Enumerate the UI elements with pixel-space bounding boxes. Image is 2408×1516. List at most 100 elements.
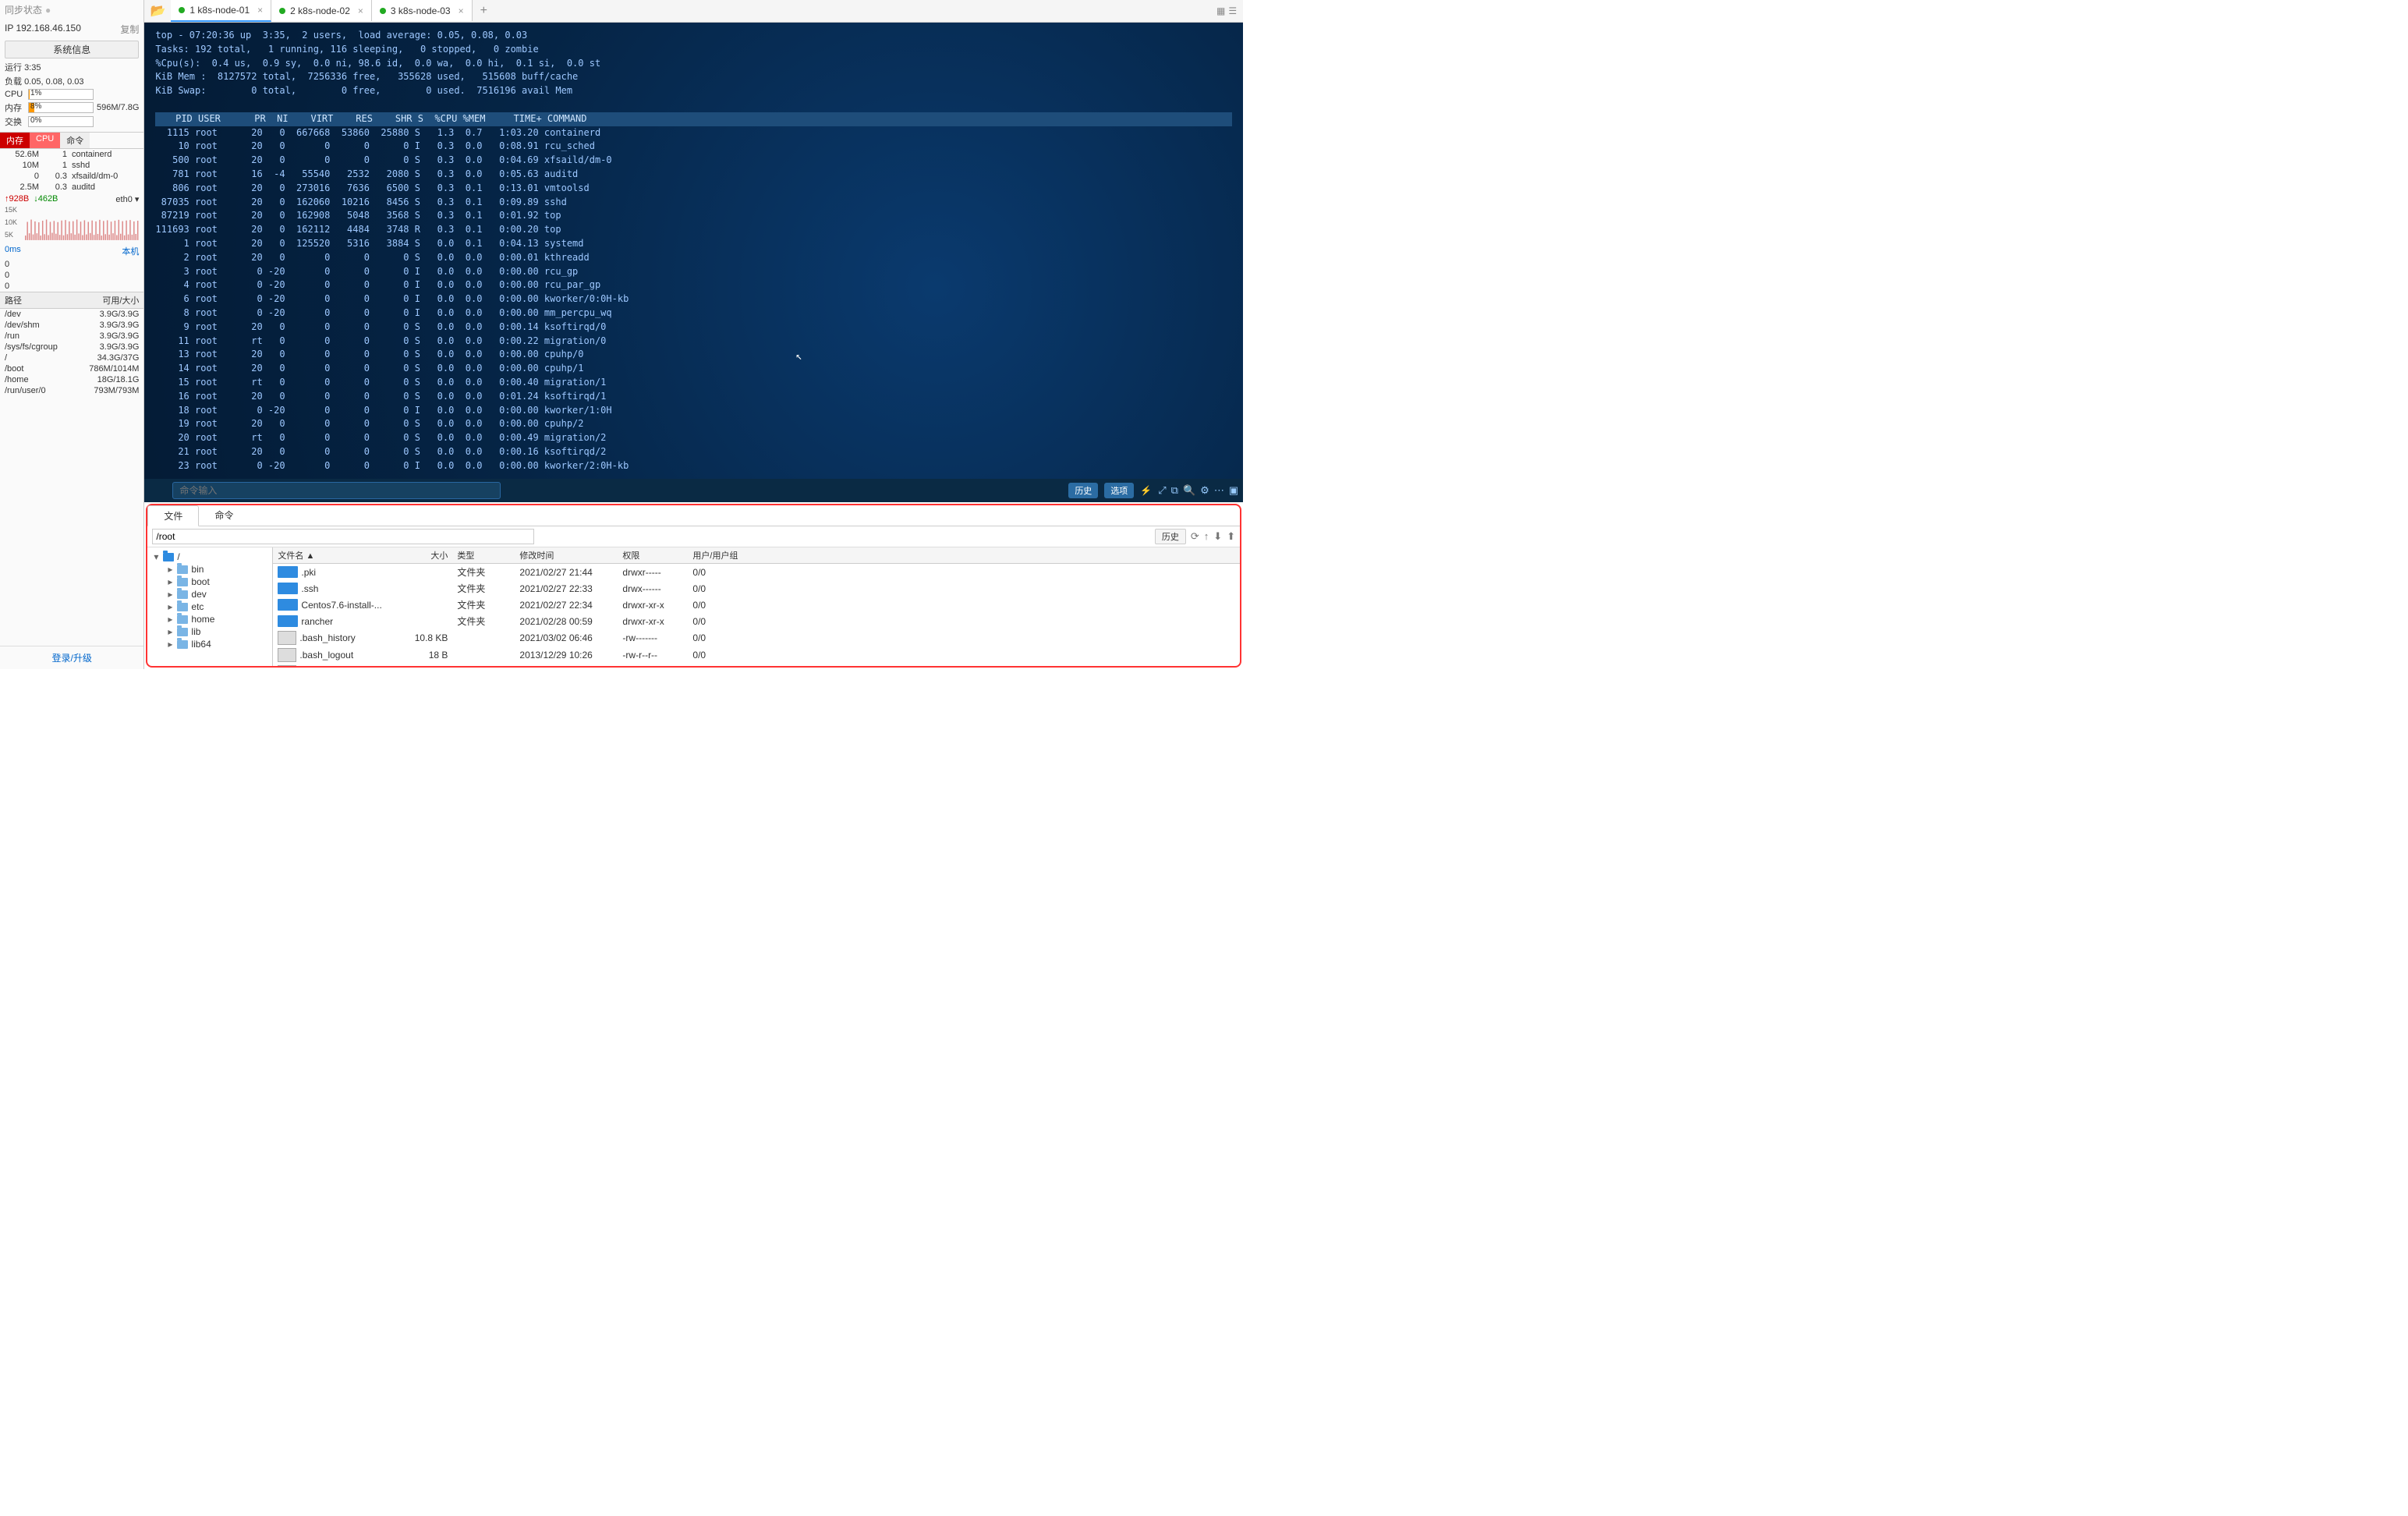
process-row[interactable]: 10M1sshd — [0, 160, 143, 171]
net-down: ↓462B — [34, 194, 58, 204]
fs-row[interactable]: /boot786M/1014M — [0, 363, 143, 374]
file-row[interactable]: .ssh文件夹2021/02/27 22:33drwx------0/0 — [273, 580, 1240, 597]
tree-item[interactable]: ▸bin — [150, 563, 269, 576]
search-icon[interactable]: 🔍 — [1183, 484, 1195, 497]
up-icon[interactable]: ↑ — [1204, 530, 1209, 543]
cpu-bar: CPU 1% — [0, 88, 143, 101]
fullscreen-icon[interactable]: ▣ — [1229, 484, 1238, 497]
folder-icon — [278, 599, 298, 611]
terminal[interactable]: top - 07:20:36 up 3:35, 2 users, load av… — [144, 23, 1243, 479]
session-tab[interactable]: 1 k8s-node-01× — [171, 0, 271, 22]
file-icon — [278, 648, 296, 662]
close-icon[interactable]: × — [358, 5, 363, 16]
folder-icon — [163, 553, 174, 561]
status-dot-icon — [179, 7, 185, 13]
more-icon[interactable]: ⋯ — [1214, 484, 1224, 497]
process-row[interactable]: 2.5M0.3auditd — [0, 182, 143, 193]
command-input[interactable] — [172, 482, 501, 499]
folder-icon — [177, 615, 188, 624]
tab-mem[interactable]: 内存 — [0, 133, 30, 148]
fs-row[interactable]: /dev3.9G/3.9G — [0, 309, 143, 320]
upload-icon[interactable]: ⬆ — [1227, 530, 1235, 543]
copy-icon[interactable]: ⧉ — [1171, 484, 1178, 497]
fs-row[interactable]: /home18G/18.1G — [0, 374, 143, 385]
download-icon[interactable]: ⬇ — [1213, 530, 1222, 543]
history-button[interactable]: 历史 — [1068, 483, 1098, 498]
col-owner[interactable]: 用户/用户组 — [688, 547, 752, 563]
path-history-button[interactable]: 历史 — [1155, 529, 1186, 544]
file-row[interactable]: .pki文件夹2021/02/27 21:44drwxr-----0/0 — [273, 564, 1240, 580]
latency-row: 0ms 本机 — [0, 243, 143, 259]
session-tab[interactable]: 2 k8s-node-02× — [271, 0, 372, 21]
tree-item[interactable]: ▸lib — [150, 625, 269, 638]
status-dot-icon — [279, 8, 285, 14]
fs-row[interactable]: /run/user/0793M/793M — [0, 385, 143, 396]
status-dot-icon — [380, 8, 386, 14]
folder-icon[interactable]: 📂 — [144, 3, 171, 19]
options-button[interactable]: 选项 — [1104, 483, 1134, 498]
sidebar: 同步状态 ● IP 192.168.46.150 复制 系统信息 运行 3:35… — [0, 0, 144, 669]
list-view-icon[interactable]: ☰ — [1228, 5, 1237, 16]
tab-cmd[interactable]: 命令 — [60, 133, 90, 148]
tree-item[interactable]: ▸boot — [150, 576, 269, 588]
folder-icon — [177, 565, 188, 574]
close-icon[interactable]: × — [257, 5, 263, 16]
net-up: ↑928B — [5, 194, 29, 204]
process-row[interactable]: 52.6M1containerd — [0, 149, 143, 160]
fs-row[interactable]: /run3.9G/3.9G — [0, 331, 143, 342]
tab-commands[interactable]: 命令 — [199, 505, 249, 526]
swap-bar: 交换 0% — [0, 115, 143, 129]
sysinfo-button[interactable]: 系统信息 — [5, 41, 139, 58]
file-row[interactable]: .bash_profile244 B2021/02/27 23:26-rw-r-… — [273, 664, 1240, 666]
folder-icon — [278, 615, 298, 627]
path-input[interactable] — [152, 529, 534, 544]
refresh-icon[interactable]: ⟳ — [1191, 530, 1199, 543]
file-row[interactable]: Centos7.6-install-...文件夹2021/02/27 22:34… — [273, 597, 1240, 613]
tab-files[interactable]: 文件 — [147, 505, 199, 526]
col-mtime[interactable]: 修改时间 — [515, 547, 618, 563]
close-icon[interactable]: × — [459, 5, 464, 16]
ip-row: IP 192.168.46.150 复制 — [0, 19, 143, 39]
folder-icon — [177, 578, 188, 586]
add-tab-button[interactable]: + — [473, 1, 495, 22]
tree-root[interactable]: ▾/ — [150, 551, 269, 563]
col-name[interactable]: 文件名 ▲ — [273, 547, 393, 563]
dir-tree: ▾/ ▸bin▸boot▸dev▸etc▸home▸lib▸lib64 — [147, 547, 273, 666]
tab-bar: 📂 1 k8s-node-01×2 k8s-node-02×3 k8s-node… — [144, 0, 1243, 23]
grid-view-icon[interactable]: ▦ — [1216, 5, 1225, 16]
tree-item[interactable]: ▸etc — [150, 600, 269, 613]
folder-icon — [177, 590, 188, 599]
gear-icon[interactable]: ⚙ — [1200, 484, 1209, 497]
col-size[interactable]: 大小 — [393, 547, 452, 563]
lower-panel: 文件 命令 历史 ⟳ ↑ ⬇ ⬆ ▾/ ▸bin▸boot▸dev▸etc▸ho… — [146, 504, 1241, 668]
file-list: 文件名 ▲ 大小 类型 修改时间 权限 用户/用户组 .pki文件夹2021/0… — [273, 547, 1240, 666]
load-row: 负载 0.05, 0.08, 0.03 — [0, 74, 143, 88]
tree-item[interactable]: ▸dev — [150, 588, 269, 600]
folder-icon — [177, 640, 188, 649]
process-row[interactable]: 00.3xfsaild/dm-0 — [0, 171, 143, 182]
folder-icon — [278, 566, 298, 578]
copy-button[interactable]: 复制 — [120, 23, 139, 36]
session-tab[interactable]: 3 k8s-node-03× — [372, 0, 473, 21]
fs-row[interactable]: /dev/shm3.9G/3.9G — [0, 320, 143, 331]
fs-row[interactable]: /34.3G/37G — [0, 352, 143, 363]
tree-item[interactable]: ▸home — [150, 613, 269, 625]
file-row[interactable]: .bash_history10.8 KB2021/03/02 06:46-rw-… — [273, 629, 1240, 646]
net-chart: 15K 10K 5K — [5, 206, 139, 243]
host-select[interactable]: 本机 — [122, 245, 139, 257]
ip-address: IP 192.168.46.150 — [5, 23, 81, 36]
login-upgrade-link[interactable]: 登录/升级 — [0, 646, 143, 669]
fs-row[interactable]: /sys/fs/cgroup3.9G/3.9G — [0, 342, 143, 352]
tab-cpu[interactable]: CPU — [30, 133, 60, 148]
bolt-icon[interactable]: ⚡ — [1140, 485, 1152, 496]
file-row[interactable]: rancher文件夹2021/02/28 00:59drwxr-xr-x0/0 — [273, 613, 1240, 629]
file-row[interactable]: .bash_logout18 B2013/12/29 10:26-rw-r--r… — [273, 646, 1240, 664]
col-type[interactable]: 类型 — [452, 547, 515, 563]
uptime-row: 运行 3:35 — [0, 60, 143, 74]
col-perm[interactable]: 权限 — [618, 547, 688, 563]
folder-icon — [177, 603, 188, 611]
expand-icon[interactable]: ⤢ — [1158, 484, 1166, 497]
file-list-header: 文件名 ▲ 大小 类型 修改时间 权限 用户/用户组 — [273, 547, 1240, 564]
tree-item[interactable]: ▸lib64 — [150, 638, 269, 650]
net-iface-select[interactable]: eth0 ▾ — [115, 194, 139, 204]
